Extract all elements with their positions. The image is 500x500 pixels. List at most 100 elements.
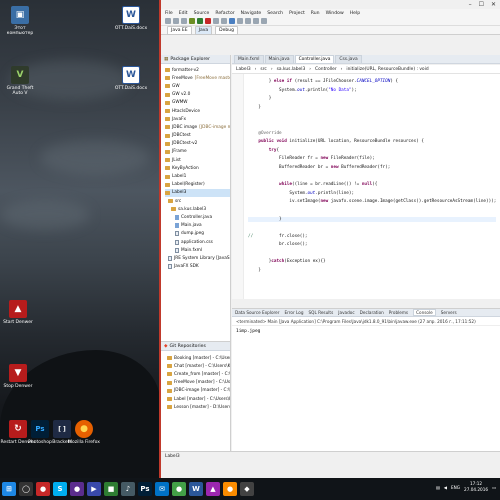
taskbar-app-icon[interactable]: ✉ <box>155 482 169 496</box>
tree-item[interactable]: JDBCtest <box>165 132 230 140</box>
menu-navigate[interactable]: Navigate <box>241 11 262 16</box>
tree-item[interactable]: Label3 <box>165 188 230 197</box>
desktop-icon-doc1[interactable]: W OTT.DaiS.docx <box>113 6 149 31</box>
tree-item[interactable]: sa.kus.label3 <box>165 205 230 213</box>
taskbar-app-icon[interactable]: ▶ <box>87 482 101 496</box>
tab-problems[interactable]: Problems <box>389 310 408 315</box>
taskbar-app-icon[interactable]: ◆ <box>240 482 254 496</box>
tab-javadoc[interactable]: Javadoc <box>338 310 354 315</box>
tree-item[interactable]: FreeMove[FreeMove master] <box>165 74 230 82</box>
taskbar-app-icon[interactable]: ◯ <box>19 482 33 496</box>
git-repo-item[interactable]: Chat [master] - C:\Users\KU <box>167 362 230 370</box>
breadcrumb-project[interactable]: Label3 <box>236 67 251 72</box>
tree-item[interactable]: dump.jpeg <box>165 230 230 238</box>
tree-item[interactable]: Main.java <box>165 222 230 230</box>
volume-icon[interactable]: ◀ <box>444 485 447 490</box>
close-icon[interactable]: ✕ <box>491 1 496 8</box>
taskbar-app-icon[interactable]: ♪ <box>121 482 135 496</box>
console-view[interactable]: <terminated> Main [Java Application] C:\… <box>232 317 500 451</box>
tree-item[interactable]: JDBC image[JDBC-image ma] <box>165 123 230 131</box>
run-icon[interactable] <box>197 18 203 24</box>
menu-refactor[interactable]: Refactor <box>215 11 234 16</box>
tab-declaration[interactable]: Declaration <box>360 310 384 315</box>
breadcrumb-class[interactable]: Controller <box>315 67 337 72</box>
desktop-icon-computer[interactable]: ▣ Этот компьютер <box>2 6 38 36</box>
git-repo-item[interactable]: Label [master] - C:\Users\KU <box>167 395 230 403</box>
tab-servers[interactable]: Servers <box>441 310 457 315</box>
clock[interactable]: 17:12 27.04.2016 <box>464 481 488 493</box>
menu-source[interactable]: Source <box>194 11 210 16</box>
network-icon[interactable]: ▤ <box>436 485 440 490</box>
print-icon[interactable] <box>181 18 187 24</box>
taskbar-app-icon[interactable]: ● <box>223 482 237 496</box>
tree-item[interactable]: JavaFX SDK <box>165 263 230 271</box>
tree-item[interactable]: Main.fxml <box>165 246 230 254</box>
tree-item[interactable]: KeyByAction <box>165 164 230 172</box>
taskbar-app-icon[interactable]: ⊞ <box>2 482 16 496</box>
minimize-icon[interactable]: – <box>469 1 472 8</box>
new-package-icon[interactable] <box>221 18 227 24</box>
taskbar-app-icon[interactable]: ■ <box>104 482 118 496</box>
open-type-icon[interactable] <box>237 18 243 24</box>
new-icon[interactable] <box>165 18 171 24</box>
git-repo-item[interactable]: Booking [master] - C:\Users\KU <box>167 354 230 362</box>
tree-item[interactable]: Label(Register) <box>165 181 230 189</box>
debug-icon[interactable] <box>189 18 195 24</box>
menu-edit[interactable]: Edit <box>179 11 188 16</box>
desktop-icon-start-denwer[interactable]: ▲ Start Denwer <box>0 300 36 325</box>
tree-item[interactable]: src <box>165 197 230 205</box>
tab-sql-results[interactable]: SQL Results <box>309 310 334 315</box>
external-tools-icon[interactable] <box>205 18 211 24</box>
tree-item[interactable]: GW <box>165 82 230 90</box>
taskbar-app-icon[interactable]: W <box>189 482 203 496</box>
git-repositories-tab[interactable]: ◆ Git Repositories <box>161 342 230 351</box>
menu-help[interactable]: Help <box>350 11 360 16</box>
tree-item[interactable]: formatter-v2 <box>165 66 230 74</box>
language-indicator[interactable]: ENG <box>451 485 460 490</box>
menu-run[interactable]: Run <box>311 11 320 16</box>
tree-item[interactable]: HtaclsDevice <box>165 107 230 115</box>
notification-icon[interactable]: ▭ <box>492 485 496 490</box>
desktop-icon-doc2[interactable]: W OTT.DaiS.docx <box>113 66 149 91</box>
tree-item[interactable]: application.css <box>165 238 230 246</box>
maximize-icon[interactable]: ☐ <box>479 1 484 8</box>
package-explorer-tab[interactable]: ▦ Package Explorer <box>161 55 230 64</box>
perspective-debug[interactable]: Debug <box>215 25 238 35</box>
breadcrumb-package[interactable]: sa.kus.label3 <box>277 67 306 72</box>
git-repo-item[interactable]: Create_from [master] - C:\Users <box>167 370 230 378</box>
tab-error-log[interactable]: Error Log <box>284 310 303 315</box>
tab-main-fxml[interactable]: Main.fxml <box>234 55 264 63</box>
tree-item[interactable]: JDBCtest-v2 <box>165 140 230 148</box>
new-class-icon[interactable] <box>229 18 235 24</box>
tree-item[interactable]: JFrame <box>165 148 230 156</box>
new-java-project-icon[interactable] <box>213 18 219 24</box>
tab-console[interactable]: Console <box>413 309 436 316</box>
taskbar-app-icon[interactable]: ● <box>70 482 84 496</box>
tree-item[interactable]: JList <box>165 156 230 164</box>
git-repo-item[interactable]: JDBC-image [master] - C:\Users <box>167 387 230 395</box>
perspective-java-ee[interactable]: Java EE <box>167 25 192 35</box>
back-icon[interactable] <box>253 18 259 24</box>
tab-main-java[interactable]: Main.java <box>264 55 294 63</box>
menu-project[interactable]: Project <box>289 11 305 16</box>
tree-item[interactable]: GW v2.0 <box>165 91 230 99</box>
menu-file[interactable]: File <box>165 11 173 16</box>
breadcrumb-src[interactable]: src <box>260 67 266 72</box>
tab-data-source-explorer[interactable]: Data Source Explorer <box>235 310 279 315</box>
code-editor[interactable]: } else if (result == JFileChooser.CANCEL… <box>232 74 500 299</box>
menu-search[interactable]: Search <box>267 11 283 16</box>
menu-window[interactable]: Window <box>326 11 344 16</box>
perspective-java[interactable]: Java <box>194 25 213 35</box>
desktop-icon-gta[interactable]: V Grand Theft Auto V <box>2 66 38 96</box>
search-icon[interactable] <box>245 18 251 24</box>
taskbar-app-icon[interactable]: ▲ <box>206 482 220 496</box>
git-repo-item[interactable]: FreeMove [master] - C:\Users <box>167 379 230 387</box>
tree-item[interactable]: Controller.java <box>165 213 230 221</box>
tree-item[interactable]: JRE System Library [JavaSE- <box>165 254 230 262</box>
breadcrumb-method[interactable]: initialize(URL, ResourceBundle) : void <box>346 67 428 72</box>
desktop-icon-firefox[interactable]: ● Mozilla Firefox <box>66 420 102 445</box>
git-repo-item[interactable]: Lesson [master] - D:\Users\KU <box>167 403 230 411</box>
taskbar-app-icon[interactable]: ● <box>172 482 186 496</box>
tree-item[interactable]: Label1 <box>165 172 230 180</box>
tab-controller-java[interactable]: Controller.java <box>294 55 335 63</box>
